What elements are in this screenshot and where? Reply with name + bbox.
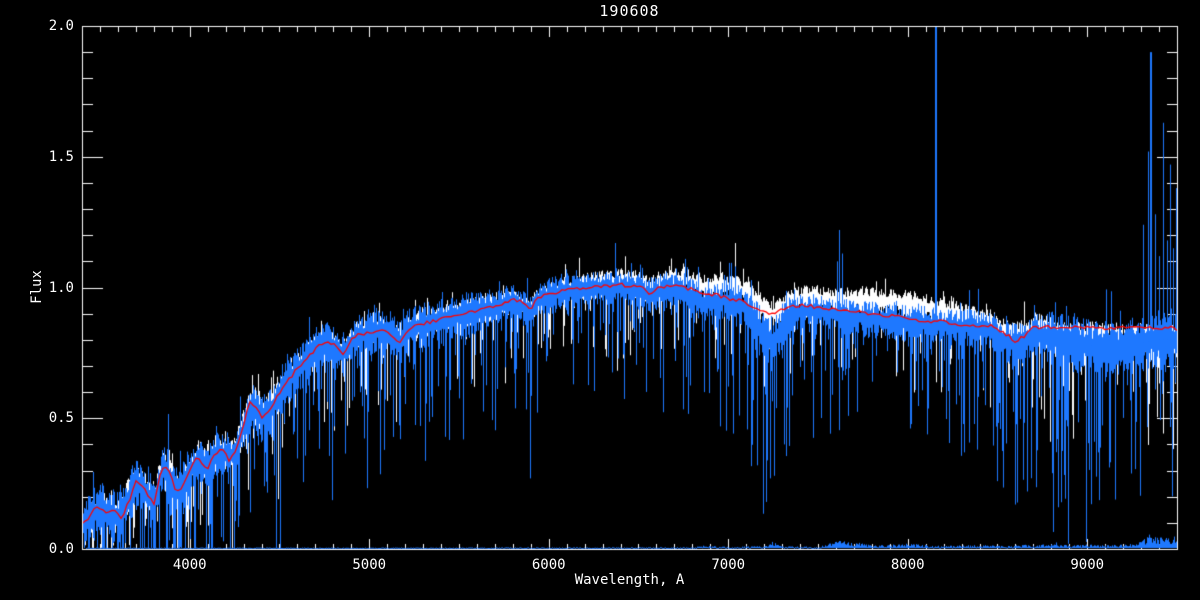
x-tick-label: 9000 <box>1070 557 1105 573</box>
plot-title: 190608 <box>599 2 660 20</box>
x-tick-label: 6000 <box>531 557 566 573</box>
y-tick-label: 1.0 <box>48 279 74 296</box>
y-tick-label: 0.0 <box>48 541 74 557</box>
spectrum-plot: 190608 Wavelength, A Flux 4000 5000 6000 70… <box>0 0 1200 600</box>
y-tick-label: 1.5 <box>48 148 74 165</box>
x-axis-label: Wavelength, A <box>574 572 685 588</box>
x-tick-label: 5000 <box>352 557 387 573</box>
x-tick-label: 8000 <box>890 557 925 573</box>
x-tick-label: 7000 <box>711 557 746 573</box>
y-tick-label: 0.5 <box>48 410 74 427</box>
plot-canvas <box>0 0 1200 600</box>
x-tick-label: 4000 <box>172 557 207 573</box>
y-tick-label: 2.0 <box>48 18 74 34</box>
